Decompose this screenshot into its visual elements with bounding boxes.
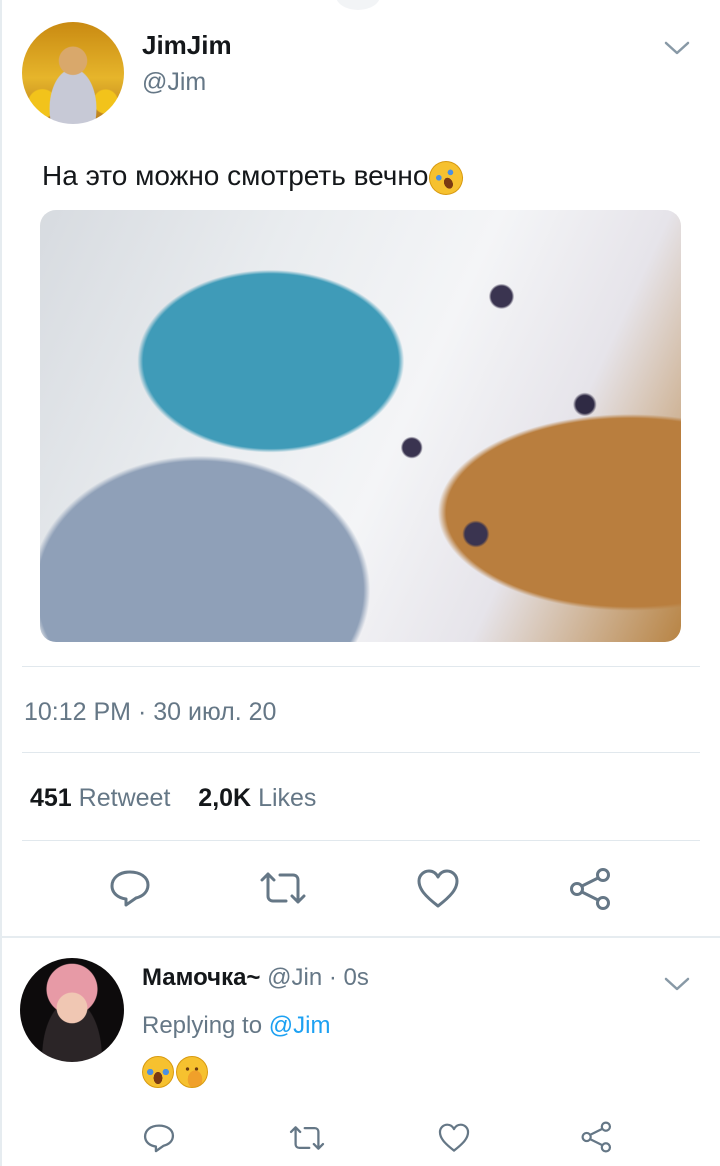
divider: [22, 840, 700, 841]
chevron-down-icon[interactable]: [664, 40, 690, 56]
tweet-text-content: На это можно смотреть вечно: [42, 160, 429, 191]
likes-count[interactable]: 2,0K: [198, 784, 251, 812]
replying-to-mention[interactable]: @Jim: [269, 1012, 331, 1039]
divider: [22, 666, 700, 667]
tweet-media-image[interactable]: [40, 210, 681, 642]
author-handle[interactable]: @Jim: [142, 68, 206, 97]
retweets-label[interactable]: Retweet: [79, 784, 171, 812]
rolling-on-floor-laughing-emoji: [423, 155, 470, 201]
face-with-hand-over-mouth-emoji: [176, 1056, 208, 1088]
reply-header: Мамочка~ @Jin · 0s: [142, 964, 369, 992]
tweet-timestamp: 10:12 PM · 30 июл. 20: [24, 698, 277, 726]
reply-author-avatar[interactable]: [20, 958, 124, 1062]
reply-icon[interactable]: [108, 868, 152, 908]
heart-icon[interactable]: [415, 868, 461, 910]
chevron-down-icon[interactable]: [664, 976, 690, 992]
replying-to-label: Replying to: [142, 1012, 263, 1039]
face-with-tears-of-joy-emoji: [142, 1056, 174, 1088]
heart-icon[interactable]: [437, 1122, 471, 1154]
share-icon[interactable]: [568, 866, 614, 912]
reply-icon[interactable]: [142, 1122, 176, 1154]
tweet-separator: [0, 936, 720, 938]
share-icon[interactable]: [580, 1120, 614, 1154]
likes-label[interactable]: Likes: [258, 784, 316, 812]
reply-author-handle[interactable]: @Jin: [267, 964, 322, 991]
retweet-icon[interactable]: [288, 1124, 326, 1152]
retweet-icon[interactable]: [258, 870, 308, 906]
retweets-count[interactable]: 451: [30, 784, 72, 812]
left-edge-rule: [0, 0, 2, 1166]
pull-indicator: [336, 0, 380, 10]
replying-to: Replying to @Jim: [142, 1012, 330, 1040]
tweet-text: На это можно смотреть вечно: [42, 155, 470, 201]
reply-author-name[interactable]: Мамочка~: [142, 964, 260, 991]
reply-time: · 0s: [328, 964, 369, 991]
reply-text: [142, 1056, 210, 1093]
tweet-stats: 451 Retweet 2,0K Likes: [30, 784, 316, 813]
author-avatar[interactable]: [22, 22, 124, 124]
author-display-name[interactable]: JimJim: [142, 30, 232, 61]
divider: [22, 752, 700, 753]
